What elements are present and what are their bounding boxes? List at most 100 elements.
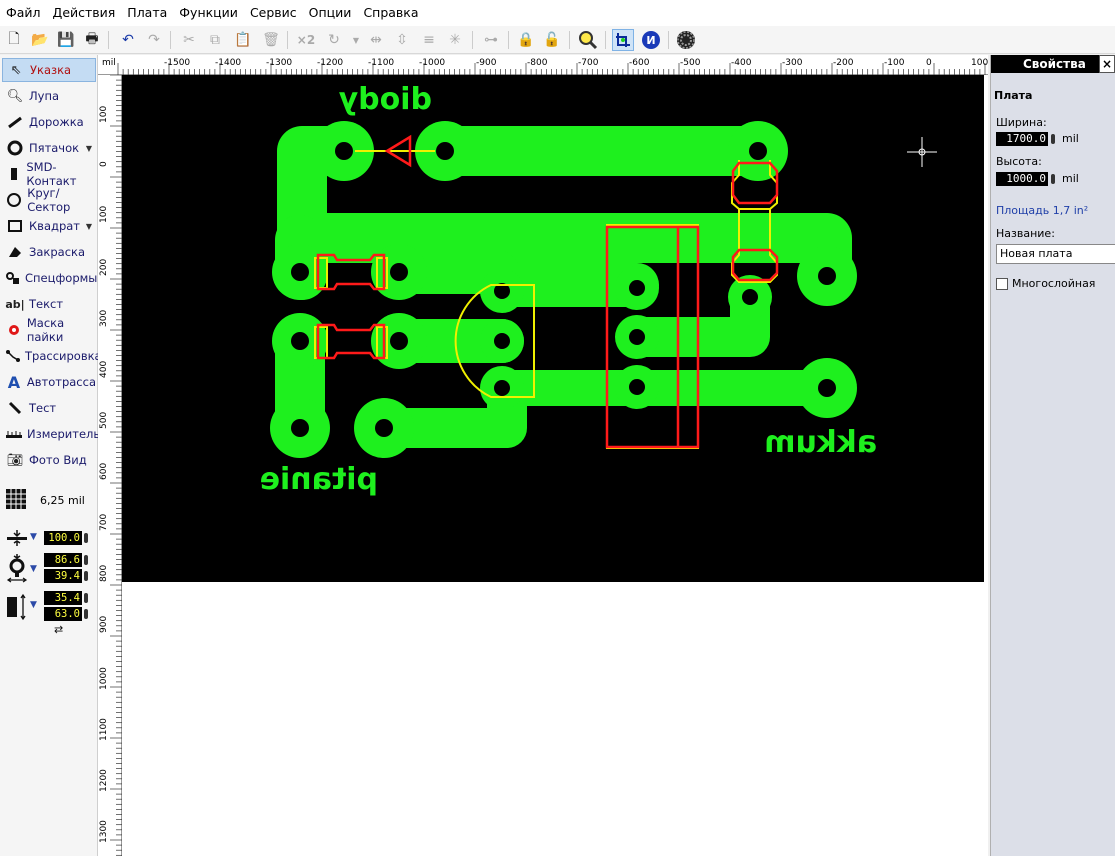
tool-photo-view[interactable]: 📷︎ Фото Вид bbox=[2, 448, 96, 472]
ruler-icon bbox=[5, 424, 23, 444]
spinner-icon[interactable] bbox=[84, 593, 88, 603]
chevron-down-icon[interactable]: ▼ bbox=[30, 600, 37, 610]
menu-actions[interactable]: Действия bbox=[47, 0, 122, 26]
ruler-vertical: 100 0 100 200 300 400 500 600 700 800 90… bbox=[98, 75, 122, 856]
ruler-label: 400 bbox=[99, 360, 109, 378]
spinner-icon[interactable] bbox=[1051, 174, 1055, 184]
copy-icon[interactable]: ⧉ bbox=[204, 29, 226, 51]
checkbox-icon[interactable] bbox=[996, 277, 1008, 290]
mirror-h-icon[interactable]: ⇹ bbox=[365, 29, 387, 51]
rotate-icon[interactable]: ↻ bbox=[323, 29, 345, 51]
width-unit: mil bbox=[1062, 132, 1079, 145]
ruler-label: 0 bbox=[99, 161, 109, 167]
ruler-label: 1100 bbox=[99, 718, 109, 741]
snap-icon[interactable]: ⊶ bbox=[480, 29, 502, 51]
lock-icon[interactable]: 🔒 bbox=[515, 29, 537, 51]
track-width-icon bbox=[6, 529, 28, 551]
mirror-v-icon[interactable]: ⇳ bbox=[391, 29, 413, 51]
menu-board[interactable]: Плата bbox=[121, 0, 173, 26]
pad-outer-field[interactable]: 86.6 bbox=[44, 553, 82, 567]
delete-icon[interactable]: 🗑 bbox=[260, 29, 282, 51]
multilayer-checkbox[interactable]: Многослойная bbox=[996, 277, 1095, 290]
chevron-down-icon[interactable]: ▼ bbox=[30, 532, 37, 542]
tool-pointer[interactable]: ⇖ Указка bbox=[2, 58, 96, 82]
smd-size-icon bbox=[4, 593, 28, 625]
height-label: Высота: bbox=[996, 155, 1042, 168]
ruler-label: -1300 bbox=[266, 58, 293, 68]
tool-square[interactable]: Квадрат ▼ bbox=[2, 214, 96, 238]
properties-panel: Свойства × Плата Ширина: 1700.0 mil Высо… bbox=[990, 55, 1115, 856]
paste-icon[interactable]: 📋 bbox=[232, 29, 254, 51]
toolbar-separator bbox=[605, 31, 606, 49]
duplicate-icon[interactable]: ×2 bbox=[295, 29, 317, 51]
print-icon[interactable]: 🖶 bbox=[81, 29, 103, 51]
tool-special-shapes[interactable]: Спецформы bbox=[2, 266, 97, 290]
tool-track[interactable]: Дорожка bbox=[2, 110, 96, 134]
rotate-dropdown-icon[interactable]: ▼ bbox=[345, 29, 367, 51]
tool-solder-mask[interactable]: Маска пайки bbox=[2, 316, 96, 344]
zoom-icon[interactable] bbox=[577, 29, 599, 51]
spinner-icon[interactable] bbox=[84, 555, 88, 565]
menu-functions[interactable]: Функции bbox=[173, 0, 244, 26]
pad-inner-field[interactable]: 39.4 bbox=[44, 569, 82, 583]
menu-options[interactable]: Опции bbox=[303, 0, 358, 26]
tool-label: Текст bbox=[29, 297, 64, 311]
workspace-canvas[interactable]: diody pitanie akkum bbox=[122, 75, 988, 856]
tool-smd-pad[interactable]: SMD-Контакт bbox=[2, 160, 96, 188]
align-icon[interactable]: ≡ bbox=[418, 29, 440, 51]
tool-text[interactable]: ab| Текст bbox=[2, 292, 96, 316]
toolbar-separator bbox=[287, 31, 288, 49]
tool-ruler[interactable]: Измеритель bbox=[2, 422, 100, 446]
spinner-icon[interactable] bbox=[84, 571, 88, 581]
tool-pad[interactable]: Пятачок ▼ bbox=[2, 136, 96, 160]
tool-autoroute[interactable]: A Автотрасса bbox=[2, 370, 96, 394]
open-folder-icon[interactable]: 📂 bbox=[29, 29, 51, 51]
menu-bar: Файл Действия Плата Функции Сервис Опции… bbox=[0, 0, 1115, 26]
grid-snap-icon[interactable] bbox=[612, 29, 634, 51]
smd-height-field[interactable]: 63.0 bbox=[44, 607, 82, 621]
camera-icon: 📷︎ bbox=[6, 452, 24, 468]
grid-icon bbox=[6, 488, 26, 512]
ruler-label: -700 bbox=[578, 58, 599, 68]
spinner-icon[interactable] bbox=[84, 533, 88, 543]
chevron-down-icon[interactable]: ▼ bbox=[30, 564, 37, 574]
width-field[interactable]: 1700.0 bbox=[996, 132, 1048, 146]
tool-fill[interactable]: Закраска bbox=[2, 240, 96, 264]
swap-icon[interactable]: ⇄ bbox=[54, 623, 63, 636]
menu-help[interactable]: Справка bbox=[357, 0, 424, 26]
pcb-board[interactable]: diody pitanie akkum bbox=[122, 75, 984, 582]
spinner-icon[interactable] bbox=[1051, 134, 1055, 144]
new-file-icon[interactable]: 🗋 bbox=[3, 29, 25, 51]
close-icon[interactable]: × bbox=[1099, 55, 1115, 73]
unlock-icon[interactable]: 🔓 bbox=[541, 29, 563, 51]
special-shapes-icon bbox=[5, 268, 21, 288]
tool-routing[interactable]: Трассировка bbox=[2, 344, 102, 368]
board-name-input[interactable]: Новая плата bbox=[996, 244, 1115, 264]
spinner-icon[interactable] bbox=[84, 609, 88, 619]
toolbar-separator bbox=[508, 31, 509, 49]
chevron-down-icon[interactable]: ▼ bbox=[86, 222, 92, 231]
ruler-label: -1100 bbox=[368, 58, 395, 68]
tool-label: Маска пайки bbox=[26, 316, 65, 344]
tool-magnifier[interactable]: 🔍︎ Лупа bbox=[2, 84, 96, 108]
height-field[interactable]: 1000.0 bbox=[996, 172, 1048, 186]
redo-icon[interactable]: ↷ bbox=[143, 29, 165, 51]
menu-file[interactable]: Файл bbox=[0, 0, 47, 26]
group-icon[interactable]: ✳ bbox=[444, 29, 466, 51]
ruler-label: -500 bbox=[680, 58, 701, 68]
cut-icon[interactable]: ✂ bbox=[178, 29, 200, 51]
menu-service[interactable]: Сервис bbox=[244, 0, 303, 26]
smd-pad-icon bbox=[5, 164, 22, 184]
track-width-field[interactable]: 100.0 bbox=[44, 531, 82, 545]
undo-icon[interactable]: ↶ bbox=[117, 29, 139, 51]
grid-selector[interactable]: 6,25 mil bbox=[2, 487, 96, 513]
toolbar-separator bbox=[170, 31, 171, 49]
ruler-label: 800 bbox=[99, 564, 109, 582]
save-icon[interactable]: 💾 bbox=[55, 29, 77, 51]
tool-test[interactable]: Тест bbox=[2, 396, 96, 420]
info-icon[interactable]: И bbox=[640, 29, 662, 51]
smd-width-field[interactable]: 35.4 bbox=[44, 591, 82, 605]
tool-circle[interactable]: Круг/Сектор bbox=[2, 186, 96, 214]
chevron-down-icon[interactable]: ▼ bbox=[86, 144, 92, 153]
component-icon[interactable] bbox=[675, 29, 697, 51]
